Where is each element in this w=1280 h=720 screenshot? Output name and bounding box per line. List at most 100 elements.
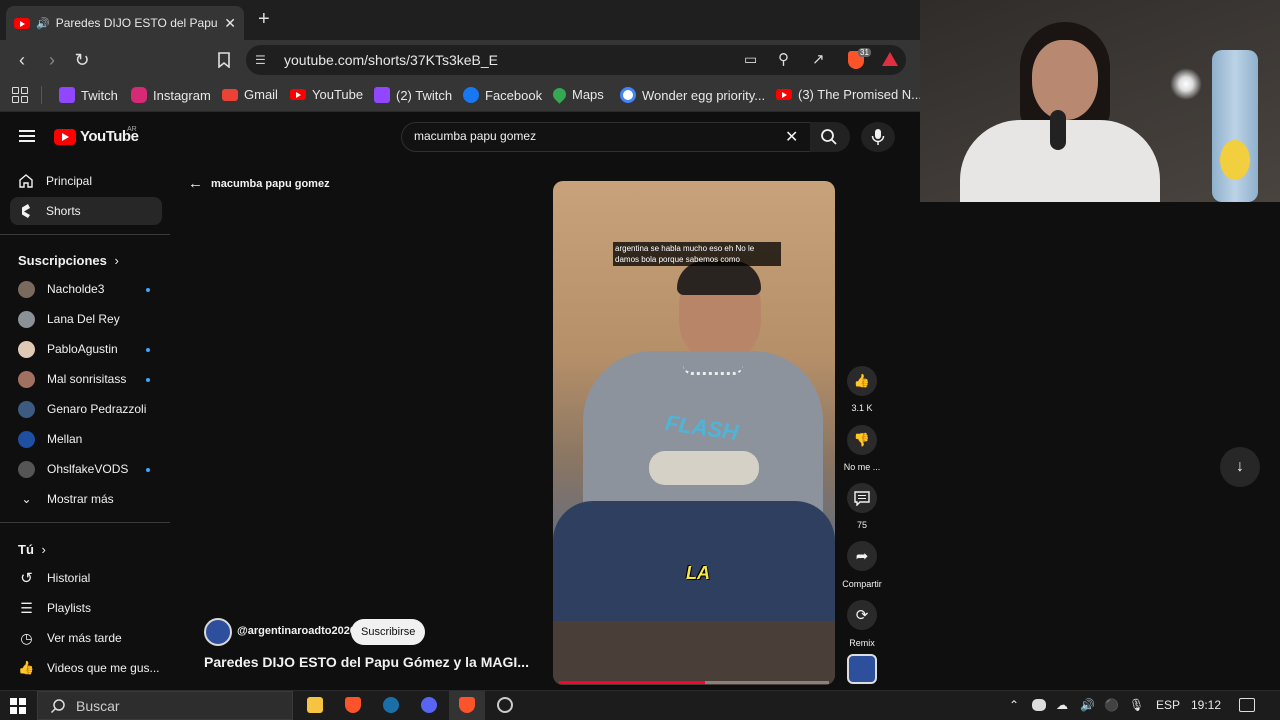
brave-active-app[interactable]	[449, 691, 485, 720]
caption-overlay: argentina se habla mucho eso eh No le da…	[613, 242, 781, 266]
bookmark-gmail[interactable]: Gmail	[222, 87, 278, 102]
volume-icon[interactable]: 🔊	[1080, 698, 1095, 712]
windows-start-icon[interactable]	[10, 698, 26, 714]
tray-overflow-icon[interactable]: ⌃	[1009, 698, 1019, 712]
new-content-dot	[146, 468, 150, 472]
site-info-icon[interactable]: ☰	[255, 53, 266, 67]
show-more-button[interactable]: ⌄ Mostrar más	[10, 485, 162, 513]
subscription-item[interactable]: OhslfakeVODS	[10, 455, 162, 483]
share-icon[interactable]: ↗	[812, 50, 825, 68]
bookmark-google[interactable]: Wonder egg priority...	[620, 87, 765, 103]
youtube-logo[interactable]: YouTube	[54, 128, 139, 145]
sidebar-item-liked-videos[interactable]: 👍 Videos que me gus...	[10, 654, 162, 682]
search-icon	[50, 698, 65, 713]
playlist-icon: ☰	[20, 599, 33, 616]
sidebar-item-historial[interactable]: ↺ Historial	[10, 564, 162, 592]
url-text[interactable]: youtube.com/shorts/37KTs3keB_E	[284, 52, 498, 68]
like-button[interactable]: 👍	[847, 366, 877, 396]
discord-tray-icon[interactable]	[1032, 699, 1046, 711]
subscription-item[interactable]: Mellan	[10, 425, 162, 453]
sidebar-item-playlists[interactable]: ☰ Playlists	[10, 594, 162, 622]
steam-icon[interactable]	[383, 697, 399, 713]
dislike-label: No me ...	[843, 462, 881, 472]
like-count: 3.1 K	[851, 403, 873, 413]
notifications-icon[interactable]	[1239, 698, 1255, 712]
obs-icon[interactable]	[497, 697, 513, 713]
comments-button[interactable]	[847, 483, 877, 513]
zoom-icon[interactable]: ⚲	[778, 50, 789, 68]
subscription-item[interactable]: Lana Del Rey	[10, 305, 162, 333]
subscriptions-heading[interactable]: Suscripciones ›	[18, 253, 119, 268]
chevron-right-icon: ›	[114, 253, 119, 268]
comment-icon	[854, 490, 870, 506]
twitch-icon	[374, 87, 390, 103]
sidebar-divider	[0, 522, 170, 523]
next-short-button[interactable]: ↓	[1220, 447, 1260, 487]
sidebar-item-watch-later[interactable]: ◷ Ver más tarde	[10, 624, 162, 652]
voice-search-button[interactable]	[861, 122, 895, 152]
subscription-item[interactable]: Genaro Pedrazzoli	[10, 395, 162, 423]
close-tab-icon[interactable]: ✕	[224, 15, 236, 32]
tab-title: Paredes DIJO ESTO del Papu G	[55, 16, 219, 30]
tab-active[interactable]: 🔊 Paredes DIJO ESTO del Papu G ✕	[6, 6, 244, 40]
bookmark-twitch-2[interactable]: (2) Twitch	[374, 87, 452, 103]
bookmark-instagram[interactable]: Instagram	[131, 87, 211, 103]
brave-icon[interactable]	[345, 697, 361, 713]
subscription-item[interactable]: Nacholde3	[10, 275, 162, 303]
you-heading[interactable]: Tú ›	[18, 542, 46, 557]
bookmark-youtube[interactable]: YouTube	[290, 87, 363, 102]
cast-icon[interactable]: ▭	[744, 51, 757, 68]
bookmark-facebook[interactable]: Facebook	[463, 87, 542, 103]
short-title: Paredes DIJO ESTO del Papu Gómez y la MA…	[204, 654, 529, 670]
subscription-item[interactable]: Mal sonrisitass	[10, 365, 162, 393]
chevron-right-icon: ›	[41, 542, 46, 557]
new-tab-button[interactable]: +	[258, 8, 270, 31]
new-content-dot	[146, 288, 150, 292]
back-icon[interactable]: ‹	[10, 48, 34, 72]
new-content-dot	[146, 378, 150, 382]
avatar	[18, 280, 35, 298]
speaker-icon: 🔊	[36, 17, 50, 30]
language-indicator[interactable]: ESP	[1156, 698, 1180, 712]
facebook-icon	[463, 87, 479, 103]
new-content-dot	[146, 348, 150, 352]
bookmark-twitch[interactable]: Twitch	[59, 87, 118, 103]
apps-grid-icon[interactable]	[12, 87, 28, 103]
dislike-button[interactable]: 👎	[847, 425, 877, 455]
file-explorer-icon[interactable]	[307, 697, 323, 713]
audio-thumbnail[interactable]	[847, 654, 877, 684]
subscribe-button[interactable]: Suscribirse	[351, 619, 426, 645]
back-to-search[interactable]: ← macumba papu gomez	[188, 175, 330, 192]
reload-icon[interactable]: ↻	[70, 48, 94, 72]
brave-rewards-icon[interactable]	[882, 52, 898, 66]
youtube-logo-icon	[54, 128, 76, 145]
forward-icon[interactable]: ›	[40, 48, 64, 72]
video-progress-track[interactable]	[559, 681, 829, 684]
channel-name[interactable]: @argentinaroadto2026	[237, 625, 356, 637]
remix-button[interactable]: ⟳	[847, 600, 877, 630]
microphone-icon	[871, 129, 885, 145]
bookmark-promised-neverland[interactable]: (3) The Promised N...	[776, 87, 922, 102]
onedrive-icon[interactable]: ☁	[1056, 698, 1068, 712]
bookmark-maps[interactable]: Maps	[550, 85, 604, 104]
microphone-tray-icon[interactable]: 🎙	[1129, 698, 1144, 712]
remix-icon: ⟳	[855, 607, 869, 624]
subscription-item[interactable]: PabloAgustin	[10, 335, 162, 363]
steam-tray-icon[interactable]: ⚫	[1104, 698, 1119, 712]
bookmark-icon[interactable]	[212, 48, 236, 72]
remix-label: Remix	[849, 638, 875, 648]
video-progress-fill	[559, 681, 705, 684]
short-video-player[interactable]: FLASH argentina se habla mucho eso eh No…	[553, 181, 835, 685]
search-input[interactable]: macumba papu gomez	[414, 129, 536, 143]
sidebar-item-shorts[interactable]: Shorts	[10, 197, 162, 225]
youtube-favicon-icon	[14, 17, 30, 29]
channel-avatar[interactable]	[204, 618, 232, 646]
menu-icon[interactable]	[19, 130, 35, 142]
clock[interactable]: 19:12	[1191, 698, 1221, 712]
sidebar-item-principal[interactable]: Principal	[10, 167, 162, 195]
discord-icon[interactable]	[421, 697, 437, 713]
search-button[interactable]	[810, 122, 850, 152]
share-button[interactable]: ➦	[847, 541, 877, 571]
taskbar-search[interactable]: Buscar	[37, 691, 293, 720]
clear-search-icon[interactable]: ✕	[785, 127, 798, 147]
